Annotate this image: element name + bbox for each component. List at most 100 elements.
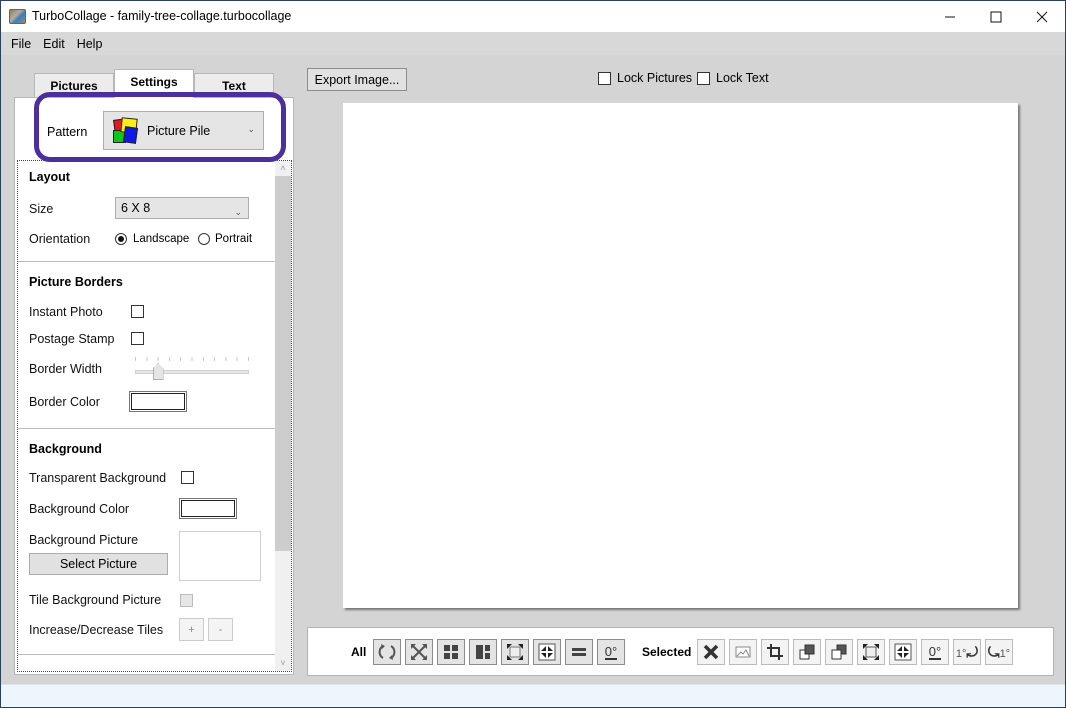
close-button[interactable] xyxy=(1019,1,1065,32)
tab-pictures[interactable]: Pictures xyxy=(34,73,114,98)
pattern-dropdown[interactable]: Picture Pile ⌄ xyxy=(103,111,264,150)
shrink-icon xyxy=(538,643,556,661)
tab-settings[interactable]: Settings xyxy=(114,69,194,98)
increase-tiles-button[interactable]: + xyxy=(179,618,204,641)
expand-icon xyxy=(507,644,523,660)
title-bar: TurboCollage - family-tree-collage.turbo… xyxy=(1,1,1065,32)
menu-edit[interactable]: Edit xyxy=(37,37,71,51)
status-bar xyxy=(1,684,1065,707)
tile-background-checkbox[interactable] xyxy=(180,594,193,607)
scroll-up-icon[interactable]: ˄ xyxy=(275,161,291,176)
select-picture-button[interactable]: Select Picture xyxy=(29,553,168,575)
settings-scroll-area: Layout Size 6 X 8 ⌄ Orientation Landscap… xyxy=(17,160,292,672)
lock-text-label: Lock Text xyxy=(716,71,769,85)
all-label: All xyxy=(351,645,367,659)
border-width-slider-thumb[interactable] xyxy=(152,363,164,380)
rotate-zero-icon: 0° xyxy=(928,643,942,660)
postage-stamp-label: Postage Stamp xyxy=(29,332,115,346)
size-dropdown[interactable]: 6 X 8 ⌄ xyxy=(115,197,249,219)
rotate-zero-icon: 0° xyxy=(604,643,618,660)
selected-rotate-right-button[interactable]: ⤿1° xyxy=(985,639,1013,665)
selected-rotate-zero-button[interactable]: 0° xyxy=(921,639,949,665)
selected-replace-picture-button[interactable] xyxy=(729,639,757,665)
background-picture-preview xyxy=(179,531,261,581)
fit-all-icon xyxy=(411,644,427,660)
layout-section: Layout Size 6 X 8 ⌄ Orientation Landscap… xyxy=(18,161,275,262)
window-title: TurboCollage - family-tree-collage.turbo… xyxy=(32,9,292,23)
selected-shrink-button[interactable] xyxy=(889,639,917,665)
close-icon xyxy=(1036,11,1048,22)
menu-help[interactable]: Help xyxy=(71,37,109,51)
background-color-label: Background Color xyxy=(29,502,130,516)
all-fit-button[interactable] xyxy=(405,639,433,665)
shrink-icon xyxy=(894,643,912,661)
replace-picture-icon xyxy=(735,646,751,658)
orientation-label: Orientation xyxy=(29,232,91,246)
app-window: TurboCollage - family-tree-collage.turbo… xyxy=(0,0,1066,708)
menu-bar: File Edit Help xyxy=(1,32,1065,55)
all-rotate-zero-button[interactable]: 0° xyxy=(597,639,625,665)
landscape-label: Landscape xyxy=(133,233,190,245)
all-grid-button[interactable] xyxy=(437,639,465,665)
all-mosaic-button[interactable] xyxy=(469,639,497,665)
lock-pictures-label: Lock Pictures xyxy=(617,71,693,85)
instant-photo-label: Instant Photo xyxy=(29,305,103,319)
tile-background-label: Tile Background Picture xyxy=(29,593,162,607)
selected-expand-button[interactable] xyxy=(857,639,885,665)
menu-file[interactable]: File xyxy=(5,37,37,51)
maximize-button[interactable] xyxy=(973,1,1019,32)
selected-delete-button[interactable] xyxy=(697,639,725,665)
grid-icon xyxy=(444,645,458,659)
export-image-button[interactable]: Export Image... xyxy=(307,68,407,91)
selected-rotate-left-button[interactable]: 1°⤾ xyxy=(953,639,981,665)
transparent-background-checkbox[interactable] xyxy=(181,471,194,484)
rotate-step-text: 1° xyxy=(999,647,1011,660)
send-backward-icon xyxy=(799,644,815,660)
border-color-label: Border Color xyxy=(29,395,100,409)
postage-stamp-checkbox[interactable] xyxy=(131,332,144,345)
background-picture-label: Background Picture xyxy=(29,533,139,547)
tab-text[interactable]: Text xyxy=(194,73,274,98)
background-color-swatch[interactable] xyxy=(179,498,237,519)
shuffle-icon xyxy=(378,644,396,660)
minimize-icon xyxy=(945,16,955,17)
picture-borders-section: Picture Borders Instant Photo Postage St… xyxy=(18,262,275,429)
landscape-radio[interactable] xyxy=(115,233,127,245)
portrait-radio[interactable] xyxy=(198,233,210,245)
border-color-swatch[interactable] xyxy=(129,391,187,412)
mosaic-icon xyxy=(476,645,490,659)
transparent-background-label: Transparent Background xyxy=(29,471,167,485)
border-width-slider[interactable] xyxy=(135,370,249,374)
all-align-button[interactable] xyxy=(565,639,593,665)
rotate-step-text: 1° xyxy=(955,647,967,660)
align-icon xyxy=(572,648,586,656)
instant-photo-checkbox[interactable] xyxy=(131,305,144,318)
size-label: Size xyxy=(29,202,54,216)
pattern-row: Pattern Picture Pile ⌄ xyxy=(15,98,293,158)
background-title: Background xyxy=(29,442,102,456)
settings-scrollbar[interactable]: ˄ ˅ xyxy=(275,161,291,671)
selected-crop-button[interactable] xyxy=(761,639,789,665)
bring-forward-icon xyxy=(831,644,847,660)
all-shrink-button[interactable] xyxy=(533,639,561,665)
selected-bring-forward-button[interactable] xyxy=(825,639,853,665)
border-width-label: Border Width xyxy=(29,362,102,376)
all-expand-button[interactable] xyxy=(501,639,529,665)
pattern-label: Pattern xyxy=(47,125,88,139)
layout-title: Layout xyxy=(29,170,70,184)
pattern-value: Picture Pile xyxy=(147,123,211,138)
scroll-down-icon[interactable]: ˅ xyxy=(275,656,291,671)
crop-icon xyxy=(767,644,783,660)
minimize-button[interactable] xyxy=(927,1,973,32)
settings-panel: Pattern Picture Pile ⌄ Layout Size 6 X 8… xyxy=(14,97,294,675)
decrease-tiles-button[interactable]: - xyxy=(208,618,233,641)
selected-send-backward-button[interactable] xyxy=(793,639,821,665)
chevron-down-icon: ⌄ xyxy=(247,124,255,134)
scrollbar-thumb[interactable] xyxy=(275,176,291,551)
collage-canvas[interactable] xyxy=(343,103,1018,608)
lock-pictures-checkbox[interactable] xyxy=(598,72,611,85)
tiles-label: Increase/Decrease Tiles xyxy=(29,623,164,637)
rotate-right-icon: ⤿1° xyxy=(987,643,1011,660)
all-shuffle-button[interactable] xyxy=(373,639,401,665)
lock-text-checkbox[interactable] xyxy=(697,72,710,85)
